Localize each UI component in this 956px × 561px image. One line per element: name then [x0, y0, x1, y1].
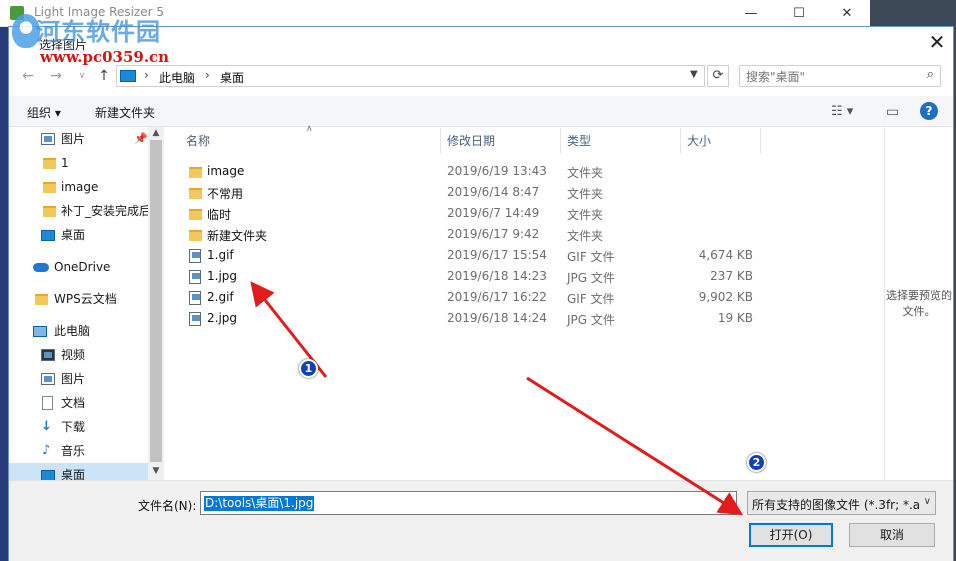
watermark-url: www.pc0359.cn [40, 48, 170, 66]
watermark-site-name: 河东软件园 [36, 17, 161, 46]
annotation-arrows [250, 281, 744, 516]
step-1-badge: 1 [299, 359, 318, 378]
step-2-badge: 2 [747, 453, 766, 472]
arrow-to-open-button [526, 376, 744, 516]
